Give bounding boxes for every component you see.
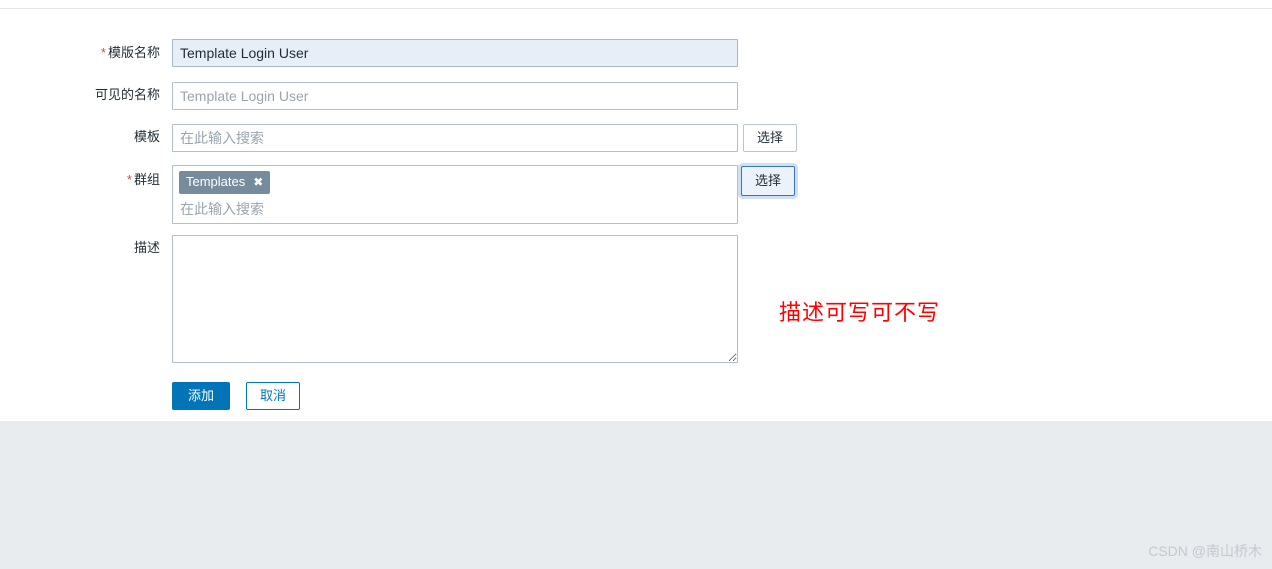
cancel-button[interactable]: 取消 bbox=[246, 382, 301, 410]
select-button-groups[interactable]: 选择 bbox=[741, 166, 796, 196]
multiselect-groups[interactable]: Templates ✖ bbox=[172, 165, 738, 224]
chip-label: Templates bbox=[186, 174, 246, 189]
annotation-description-optional: 描述可写可不写 bbox=[779, 300, 941, 325]
input-groups-search[interactable] bbox=[179, 198, 733, 219]
label-templates: 模板 bbox=[133, 129, 160, 144]
label-groups: * 群组 bbox=[0, 172, 160, 188]
required-marker-groups: * bbox=[126, 172, 132, 187]
chip-group-templates[interactable]: Templates ✖ bbox=[179, 171, 271, 194]
close-x-icon[interactable]: ✖ bbox=[253, 176, 263, 188]
select-button-templates[interactable]: 选择 bbox=[743, 124, 798, 152]
label-text-template-name: 模版名称 bbox=[107, 45, 160, 60]
label-visible-name: 可见的名称 bbox=[94, 87, 160, 102]
add-button[interactable]: 添加 bbox=[172, 382, 231, 410]
watermark-csdn: CSDN @南山桥木 bbox=[1148, 543, 1262, 559]
label-template-name: * 模版名称 bbox=[0, 45, 160, 61]
input-templates-search[interactable] bbox=[172, 124, 738, 152]
input-visible-name[interactable] bbox=[172, 82, 738, 110]
label-text-groups: 群组 bbox=[133, 172, 160, 187]
input-template-name[interactable] bbox=[172, 39, 738, 67]
label-description: 描述 bbox=[133, 240, 160, 255]
textarea-description[interactable] bbox=[172, 235, 738, 363]
form-content-panel: *模版名称 可见的名称 模板 选择 *群组 Templates ✖ 选择 描述 … bbox=[0, 9, 1272, 421]
page-footer bbox=[0, 421, 1272, 569]
required-marker-template-name: * bbox=[100, 45, 106, 60]
